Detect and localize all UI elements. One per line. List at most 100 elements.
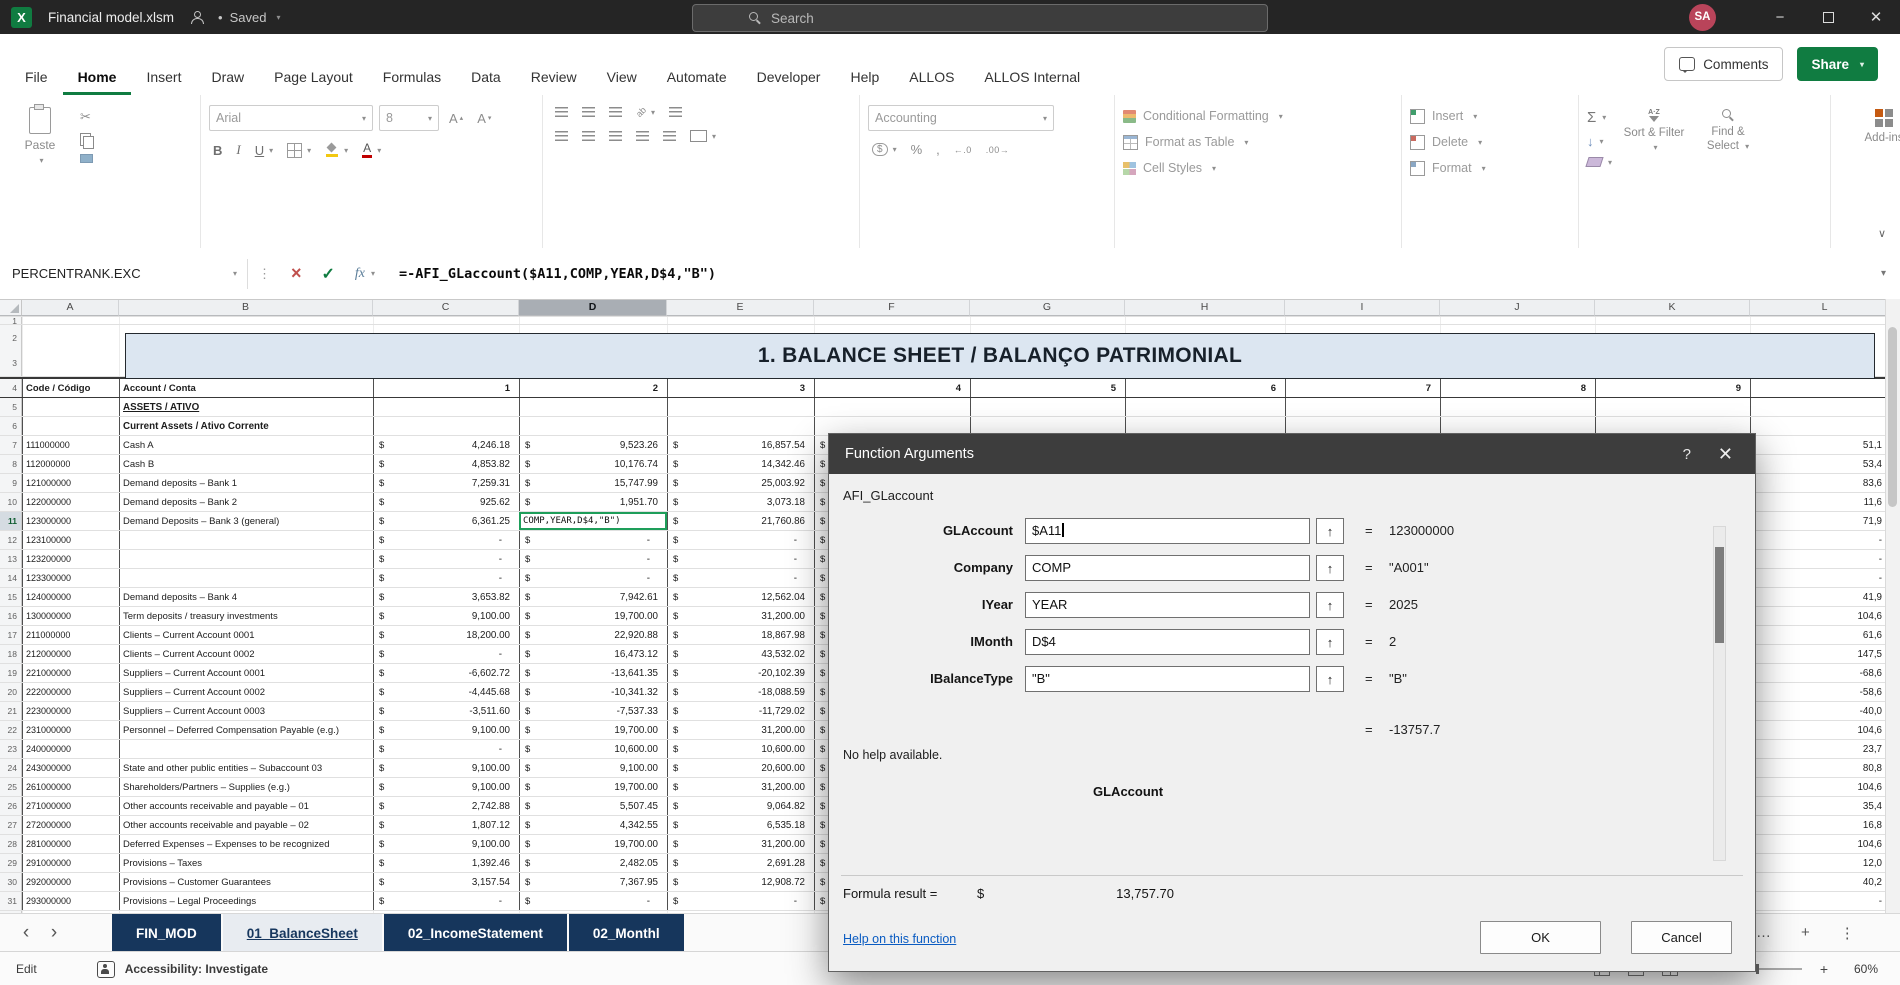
bold-button[interactable]: B [209,141,226,160]
money-cell[interactable]: $19,700.00 [519,721,667,739]
grid-cell[interactable] [1440,317,1595,324]
formula-bar-expand-button[interactable]: ▾ [1881,268,1886,279]
grid-cell[interactable] [970,398,1125,416]
row-header-1[interactable]: 1 [0,317,22,324]
account-cell[interactable]: Other accounts receivable and payable – … [119,797,373,815]
decrease-font-button[interactable]: A ▾ [473,109,495,128]
account-cell[interactable] [119,740,373,758]
account-cell[interactable]: Suppliers – Current Account 0003 [119,702,373,720]
code-cell[interactable]: 231000000 [22,721,119,739]
dialog-close-button[interactable]: ✕ [1718,444,1733,465]
account-cell[interactable]: Provisions – Legal Proceedings [119,892,373,910]
row-header-8[interactable]: 8 [0,455,22,473]
row-header-13[interactable]: 13 [0,550,22,568]
money-cell[interactable]: $ -18,088.59 [667,683,814,701]
row-header-12[interactable]: 12 [0,531,22,549]
ribbon-tab-allos-internal[interactable]: ALLOS Internal [969,58,1095,95]
comma-style-button[interactable]: , [932,140,944,159]
account-cell[interactable]: Suppliers – Current Account 0001 [119,664,373,682]
sheet-tab-02_monthl[interactable]: 02_Monthl [568,914,684,952]
wrap-text-button[interactable] [665,105,686,119]
align-middle-button[interactable] [578,105,599,119]
accessibility-status[interactable]: Accessibility: Investigate [125,962,268,976]
money-cell[interactable]: $3,073.18 [667,493,814,511]
collapse-dialog-button-iyear[interactable]: ↑ [1316,592,1344,618]
grid-cell-l[interactable]: 104,6 [1750,607,1900,625]
code-cell[interactable]: 223000000 [22,702,119,720]
zoom-slider-thumb[interactable] [1755,964,1759,974]
column-header-c[interactable]: C [373,299,519,316]
ribbon-tab-page-layout[interactable]: Page Layout [259,58,368,95]
number-format-select[interactable]: Accounting ▾ [868,105,1054,131]
money-cell[interactable]: $7,259.31 [373,474,519,492]
grid-cell[interactable] [119,317,373,324]
cancel-button[interactable]: Cancel [1631,921,1732,954]
format-as-table-button[interactable]: Format as Table ▾ [1123,131,1393,153]
close-button[interactable]: ✕ [1852,0,1900,34]
money-cell[interactable]: $4,246.18 [373,436,519,454]
account-cell[interactable]: Demand deposits – Bank 1 [119,474,373,492]
grid-cell-l[interactable]: 11,6 [1750,493,1900,511]
dialog-scrollbar-thumb[interactable] [1715,547,1724,643]
account-cell[interactable]: Deferred Expenses – Expenses to be recog… [119,835,373,853]
grid-cell-l[interactable]: - [1750,892,1900,910]
money-cell[interactable]: $10,176.74 [519,455,667,473]
code-cell[interactable]: 261000000 [22,778,119,796]
money-cell[interactable]: $9,100.00 [373,721,519,739]
comments-button[interactable]: Comments [1664,47,1784,81]
decrease-decimal-button[interactable]: .00→ [982,143,1014,157]
money-cell[interactable]: $ - [373,531,519,549]
row-header-29[interactable]: 29 [0,854,22,872]
money-cell[interactable]: $9,100.00 [373,759,519,777]
money-cell[interactable]: $43,532.02 [667,645,814,663]
grid-cell-l[interactable]: 104,6 [1750,778,1900,796]
header-period-cell[interactable]: 3 [667,379,814,397]
grid-cell[interactable] [1750,398,1900,416]
grid-cell-l[interactable]: 16,8 [1750,816,1900,834]
code-cell[interactable]: 291000000 [22,854,119,872]
money-cell[interactable]: $14,342.46 [667,455,814,473]
header-period-cell[interactable]: 5 [970,379,1125,397]
money-cell[interactable]: $18,867.98 [667,626,814,644]
column-header-d[interactable]: D [519,299,667,316]
account-cell[interactable]: Clients – Current Account 0001 [119,626,373,644]
row-header-30[interactable]: 30 [0,873,22,891]
ribbon-tab-insert[interactable]: Insert [131,58,196,95]
section-assets[interactable]: ASSETS / ATIVO [119,398,373,416]
account-cell[interactable] [119,569,373,587]
grid-cell-l[interactable]: -40,0 [1750,702,1900,720]
ribbon-tab-home[interactable]: Home [63,58,132,95]
find-select-button[interactable]: Find & Select ▾ [1696,105,1760,167]
grid-cell-l[interactable]: -58,6 [1750,683,1900,701]
money-cell[interactable]: $16,857.54 [667,436,814,454]
delete-cells-button[interactable]: Delete ▾ [1410,131,1570,153]
code-cell[interactable]: 111000000 [22,436,119,454]
money-cell[interactable]: $4,853.82 [373,455,519,473]
row-header-20[interactable]: 20 [0,683,22,701]
name-box-resizer[interactable]: ⋮ [258,266,271,282]
cancel-entry-button[interactable]: × [291,263,302,284]
account-cell[interactable]: Personnel – Deferred Compensation Payabl… [119,721,373,739]
merge-center-button[interactable]: ▾ [686,128,720,144]
account-cell[interactable]: Term deposits / treasury investments [119,607,373,625]
code-cell[interactable]: 123100000 [22,531,119,549]
maximize-button[interactable] [1804,0,1852,34]
underline-button[interactable]: U ▾ [251,141,277,160]
italic-button[interactable]: I [232,140,244,160]
row-header-26[interactable]: 26 [0,797,22,815]
money-cell[interactable]: $ - [519,531,667,549]
ribbon-tab-developer[interactable]: Developer [742,58,836,95]
code-cell[interactable]: 293000000 [22,892,119,910]
account-cell[interactable]: Demand deposits – Bank 2 [119,493,373,511]
account-cell[interactable]: Demand Deposits – Bank 3 (general) [119,512,373,530]
insert-cells-button[interactable]: Insert ▾ [1410,105,1570,127]
grid-cell-l[interactable]: 41,9 [1750,588,1900,606]
formula-input[interactable]: =-AFI_GLaccount($A11,COMP,YEAR,D$4,"B") [399,266,1881,282]
grid-cell[interactable] [373,398,519,416]
ibalancetype-input[interactable]: "B" [1025,666,1310,692]
row-header-10[interactable]: 10 [0,493,22,511]
code-cell[interactable]: 123000000 [22,512,119,530]
money-cell[interactable]: $1,392.46 [373,854,519,872]
grid-cell[interactable] [667,417,814,435]
fill-color-button[interactable]: ▾ [321,141,352,159]
